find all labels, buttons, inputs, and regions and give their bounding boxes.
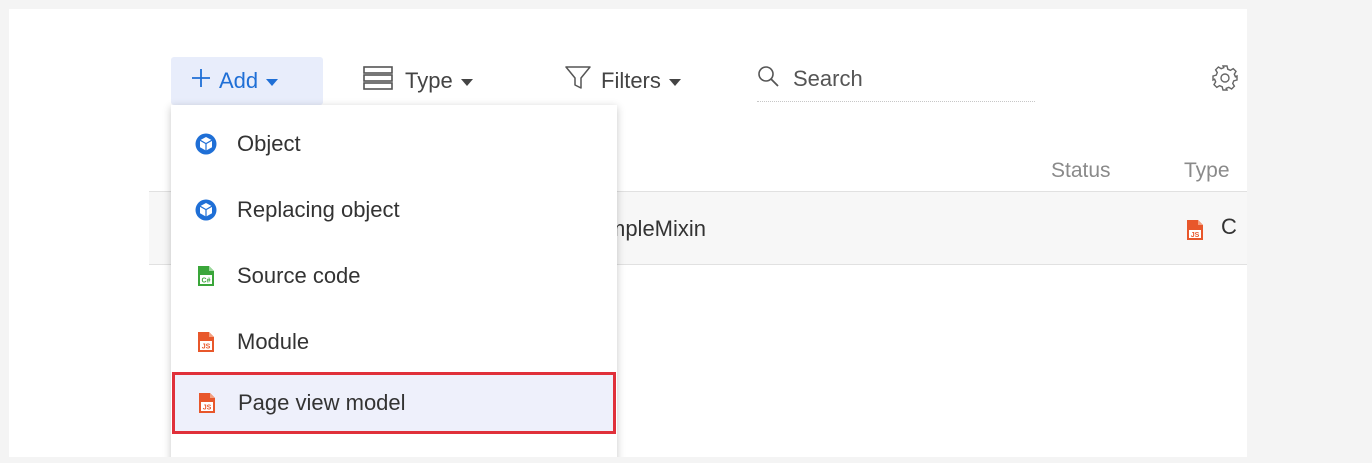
csharp-file-icon: C# xyxy=(195,265,217,287)
js-file-icon: JS xyxy=(195,331,217,353)
type-dropdown[interactable]: Type xyxy=(363,57,473,105)
type-dropdown-label: Type xyxy=(405,68,453,93)
column-header-type[interactable]: Type xyxy=(1184,159,1230,183)
menu-item-label: Object xyxy=(237,131,301,156)
menu-item-module[interactable]: JS Module xyxy=(171,311,617,373)
main-panel: Add Type Filters Search Status Type mple… xyxy=(9,9,1247,457)
chevron-down-icon xyxy=(668,78,681,86)
filters-dropdown-label: Filters xyxy=(601,68,661,93)
column-header-status[interactable]: Status xyxy=(1051,159,1111,183)
menu-item-label: Source code xyxy=(237,263,361,288)
object-icon xyxy=(195,133,217,155)
menu-item-source-code[interactable]: C# Source code xyxy=(171,245,617,307)
svg-text:JS: JS xyxy=(202,344,211,351)
search-placeholder: Search xyxy=(793,66,863,91)
menu-item-label: Module xyxy=(237,329,310,354)
plus-icon xyxy=(191,68,211,94)
add-button-label: Add xyxy=(219,68,259,93)
menu-item-replacing-object[interactable]: Replacing object xyxy=(171,179,617,241)
row-type: C xyxy=(1221,214,1237,239)
js-file-icon: JS xyxy=(196,392,218,414)
menu-item-object[interactable]: Object xyxy=(171,113,617,175)
search-icon xyxy=(757,65,779,93)
add-dropdown-menu: Object Replacing object C# Source code J… xyxy=(171,105,617,457)
chevron-down-icon xyxy=(460,78,473,86)
toolbar: Add Type Filters Search xyxy=(9,9,1247,109)
chevron-down-icon xyxy=(266,78,279,86)
list-icon xyxy=(363,66,393,96)
row-name: mpleMixin xyxy=(607,216,707,241)
svg-text:JS: JS xyxy=(203,405,212,412)
settings-button[interactable] xyxy=(1211,57,1239,105)
svg-text:JS: JS xyxy=(1191,232,1200,239)
funnel-icon xyxy=(565,66,591,96)
menu-item-page-view-model[interactable]: JS Page view model xyxy=(172,372,616,434)
filters-dropdown[interactable]: Filters xyxy=(565,57,681,105)
search-input[interactable]: Search xyxy=(757,57,1035,102)
object-icon xyxy=(195,199,217,221)
svg-text:C#: C# xyxy=(202,278,211,285)
gear-icon xyxy=(1211,64,1239,98)
menu-item-label: Page view model xyxy=(238,390,406,415)
add-button[interactable]: Add xyxy=(171,57,323,105)
menu-item-label: Replacing object xyxy=(237,197,400,222)
js-file-icon: JS xyxy=(1185,219,1205,246)
